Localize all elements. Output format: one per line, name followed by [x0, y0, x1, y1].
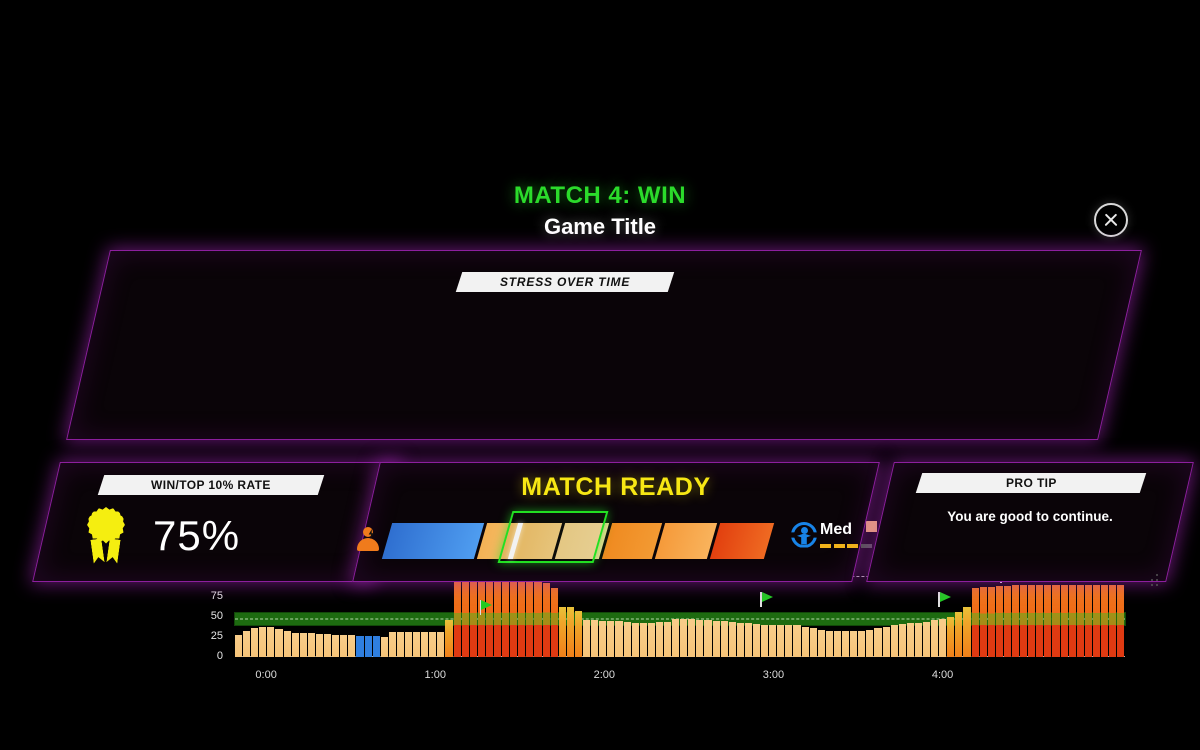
game-title: Game Title	[543, 214, 657, 239]
grip-dot	[1151, 584, 1154, 587]
grip-dot	[1156, 579, 1159, 582]
meter-bar	[820, 544, 831, 548]
title-block: MATCH 4: WIN Game Title	[0, 182, 1200, 240]
match-ready-panel: MATCH READY Med	[352, 462, 970, 582]
meter-physical-label: Med	[820, 521, 852, 538]
win-rate-value: 75%	[153, 512, 241, 559]
win-rate-panel: WIN/TOP 10% RATE 75%	[32, 462, 400, 582]
x-tick-label: 3:00	[762, 669, 785, 681]
win-rate-body: 75%	[83, 507, 240, 565]
meter-physical: Med	[791, 521, 872, 548]
readiness-meter-row: Med High	[357, 511, 970, 565]
chart-banner: STRESS OVER TIME	[455, 272, 675, 292]
pro-tip-banner: PRO TIP	[915, 473, 1147, 493]
win-panel-inner: WIN/TOP 10% RATE 75%	[47, 463, 385, 581]
score-flag-icon	[760, 592, 773, 608]
readiness-segment-rest[interactable]	[381, 523, 485, 559]
readiness-segment-mid2[interactable]	[655, 523, 718, 559]
resize-grip-icon[interactable]	[1148, 574, 1162, 588]
grip-dot	[1151, 579, 1154, 582]
x-tick-label: 2:00	[593, 669, 616, 681]
match-ready-title: MATCH READY	[521, 473, 711, 501]
stress-chart-panel: ScoreScore against STRESS OVER TIME Rest…	[66, 250, 1142, 681]
rosette-award-icon	[83, 507, 129, 565]
readiness-segment-high[interactable]	[710, 523, 775, 559]
ready-panel-inner: MATCH READY Med	[357, 463, 970, 581]
grip-dot	[1156, 584, 1159, 587]
x-tick-label: 4:00	[931, 669, 954, 681]
y-tick-label: 75	[210, 590, 223, 602]
y-tick-label: 25	[210, 630, 223, 642]
tip-panel-inner: PRO TIP You are good to continue.	[881, 463, 1179, 581]
steering-person-icon	[791, 522, 817, 548]
pro-tip-text: You are good to continue.	[947, 509, 1113, 524]
close-icon[interactable]	[1094, 203, 1128, 237]
y-tick-label: 0	[216, 650, 223, 662]
win-rate-banner: WIN/TOP 10% RATE	[97, 475, 325, 495]
meter-bar	[847, 544, 858, 548]
chart-markers	[235, 559, 1125, 657]
meter-bar	[833, 544, 845, 548]
y-tick-label: 50	[210, 610, 223, 622]
grip-dot	[1156, 574, 1159, 577]
x-tick-label: 1:00	[424, 669, 446, 681]
meter-bar	[860, 544, 872, 548]
x-tick-label: 0:00	[255, 669, 277, 681]
meter-physical-bars	[820, 544, 872, 548]
player-energy-icon	[357, 527, 379, 555]
pro-tip-panel: PRO TIP You are good to continue.	[866, 462, 1194, 582]
chart-panel-inner: ScoreScore against STRESS OVER TIME Rest…	[89, 251, 1125, 681]
score-flag-icon	[479, 600, 493, 616]
score-flag-icon	[938, 592, 951, 608]
page-title: MATCH 4: WIN	[513, 182, 687, 209]
readiness-segment-mid[interactable]	[602, 523, 663, 559]
app-root: MATCH 4: WIN Game Title ScoreScore again…	[0, 0, 1200, 750]
